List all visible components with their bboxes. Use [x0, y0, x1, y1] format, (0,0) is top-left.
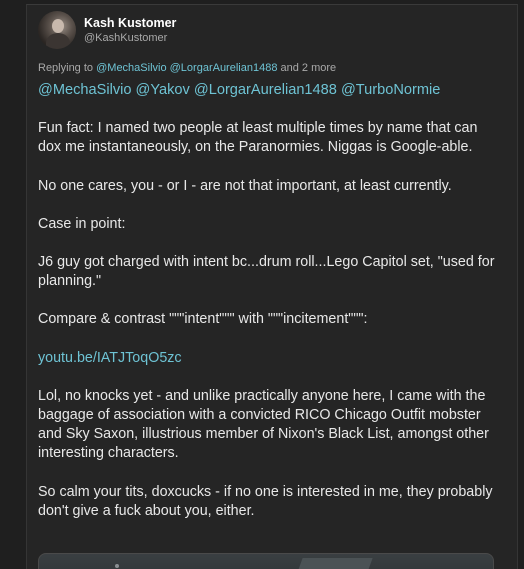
post-paragraph-7: So calm your tits, doxcucks - if no one …	[38, 483, 493, 519]
post-paragraph-4: J6 guy got charged with intent bc...drum…	[38, 254, 495, 290]
replying-to-line: Replying to @MechaSilvio @LorgarAurelian…	[38, 62, 336, 74]
avatar[interactable]	[38, 11, 76, 49]
post-link[interactable]: youtu.be/IATJToqO5zc	[38, 349, 504, 368]
author-names: Kash Kustomer @KashKustomer	[84, 15, 176, 45]
post-paragraph-3: Case in point:	[38, 215, 126, 232]
post-paragraph-1: Fun fact: I named two people at least mu…	[38, 120, 478, 156]
replying-mention-lorgaraurelian[interactable]: @LorgarAurelian1488	[170, 62, 278, 74]
page: Kash Kustomer @KashKustomer Replying to …	[0, 0, 524, 569]
media-attachment[interactable]	[38, 553, 494, 569]
post-body: @MechaSilvio @Yakov @LorgarAurelian1488 …	[38, 81, 504, 540]
post-paragraph-6: Lol, no knocks yet - and unlike practica…	[38, 387, 489, 462]
post-card: Kash Kustomer @KashKustomer Replying to …	[26, 4, 518, 569]
author-handle[interactable]: @KashKustomer	[84, 31, 176, 45]
post-mentions[interactable]: @MechaSilvio @Yakov @LorgarAurelian1488 …	[38, 81, 504, 100]
media-detail	[295, 558, 373, 569]
post-paragraph-2: No one cares, you - or I - are not that …	[38, 177, 452, 194]
post-header: Kash Kustomer @KashKustomer	[38, 11, 176, 49]
replying-prefix: Replying to	[38, 62, 94, 74]
author-display-name[interactable]: Kash Kustomer	[84, 15, 176, 31]
replying-suffix[interactable]: and 2 more	[281, 62, 337, 74]
post-paragraph-5: Compare & contrast """intent""" with """…	[38, 311, 368, 328]
media-detail	[115, 564, 119, 568]
replying-mention-mechasilvio[interactable]: @MechaSilvio	[96, 62, 166, 74]
